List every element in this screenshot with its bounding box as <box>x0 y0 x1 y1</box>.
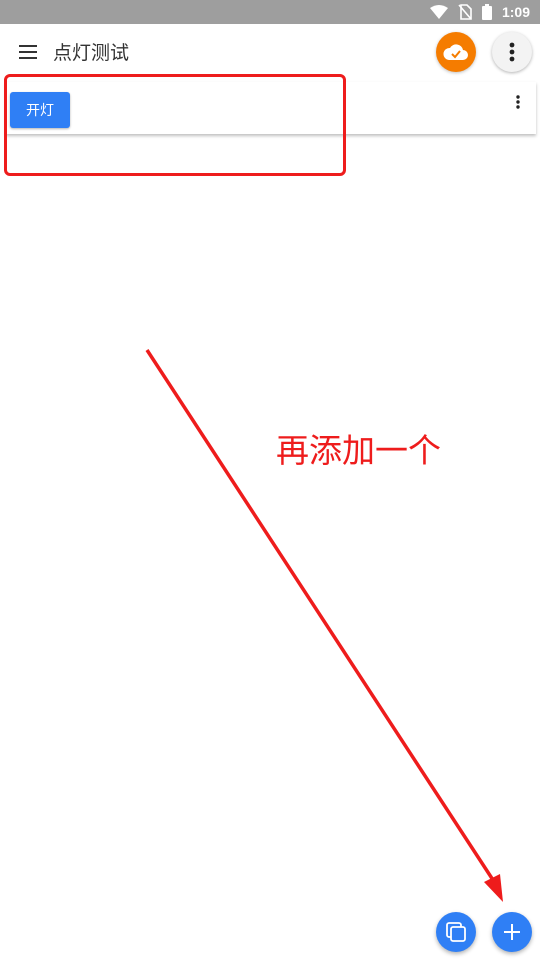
annotation-arrow <box>145 349 503 902</box>
annotation-text: 再添加一个 <box>276 431 441 470</box>
add-fab[interactable] <box>492 912 532 952</box>
copy-fab[interactable] <box>436 912 476 952</box>
add-icon <box>504 924 520 940</box>
copy-icon <box>446 922 466 942</box>
